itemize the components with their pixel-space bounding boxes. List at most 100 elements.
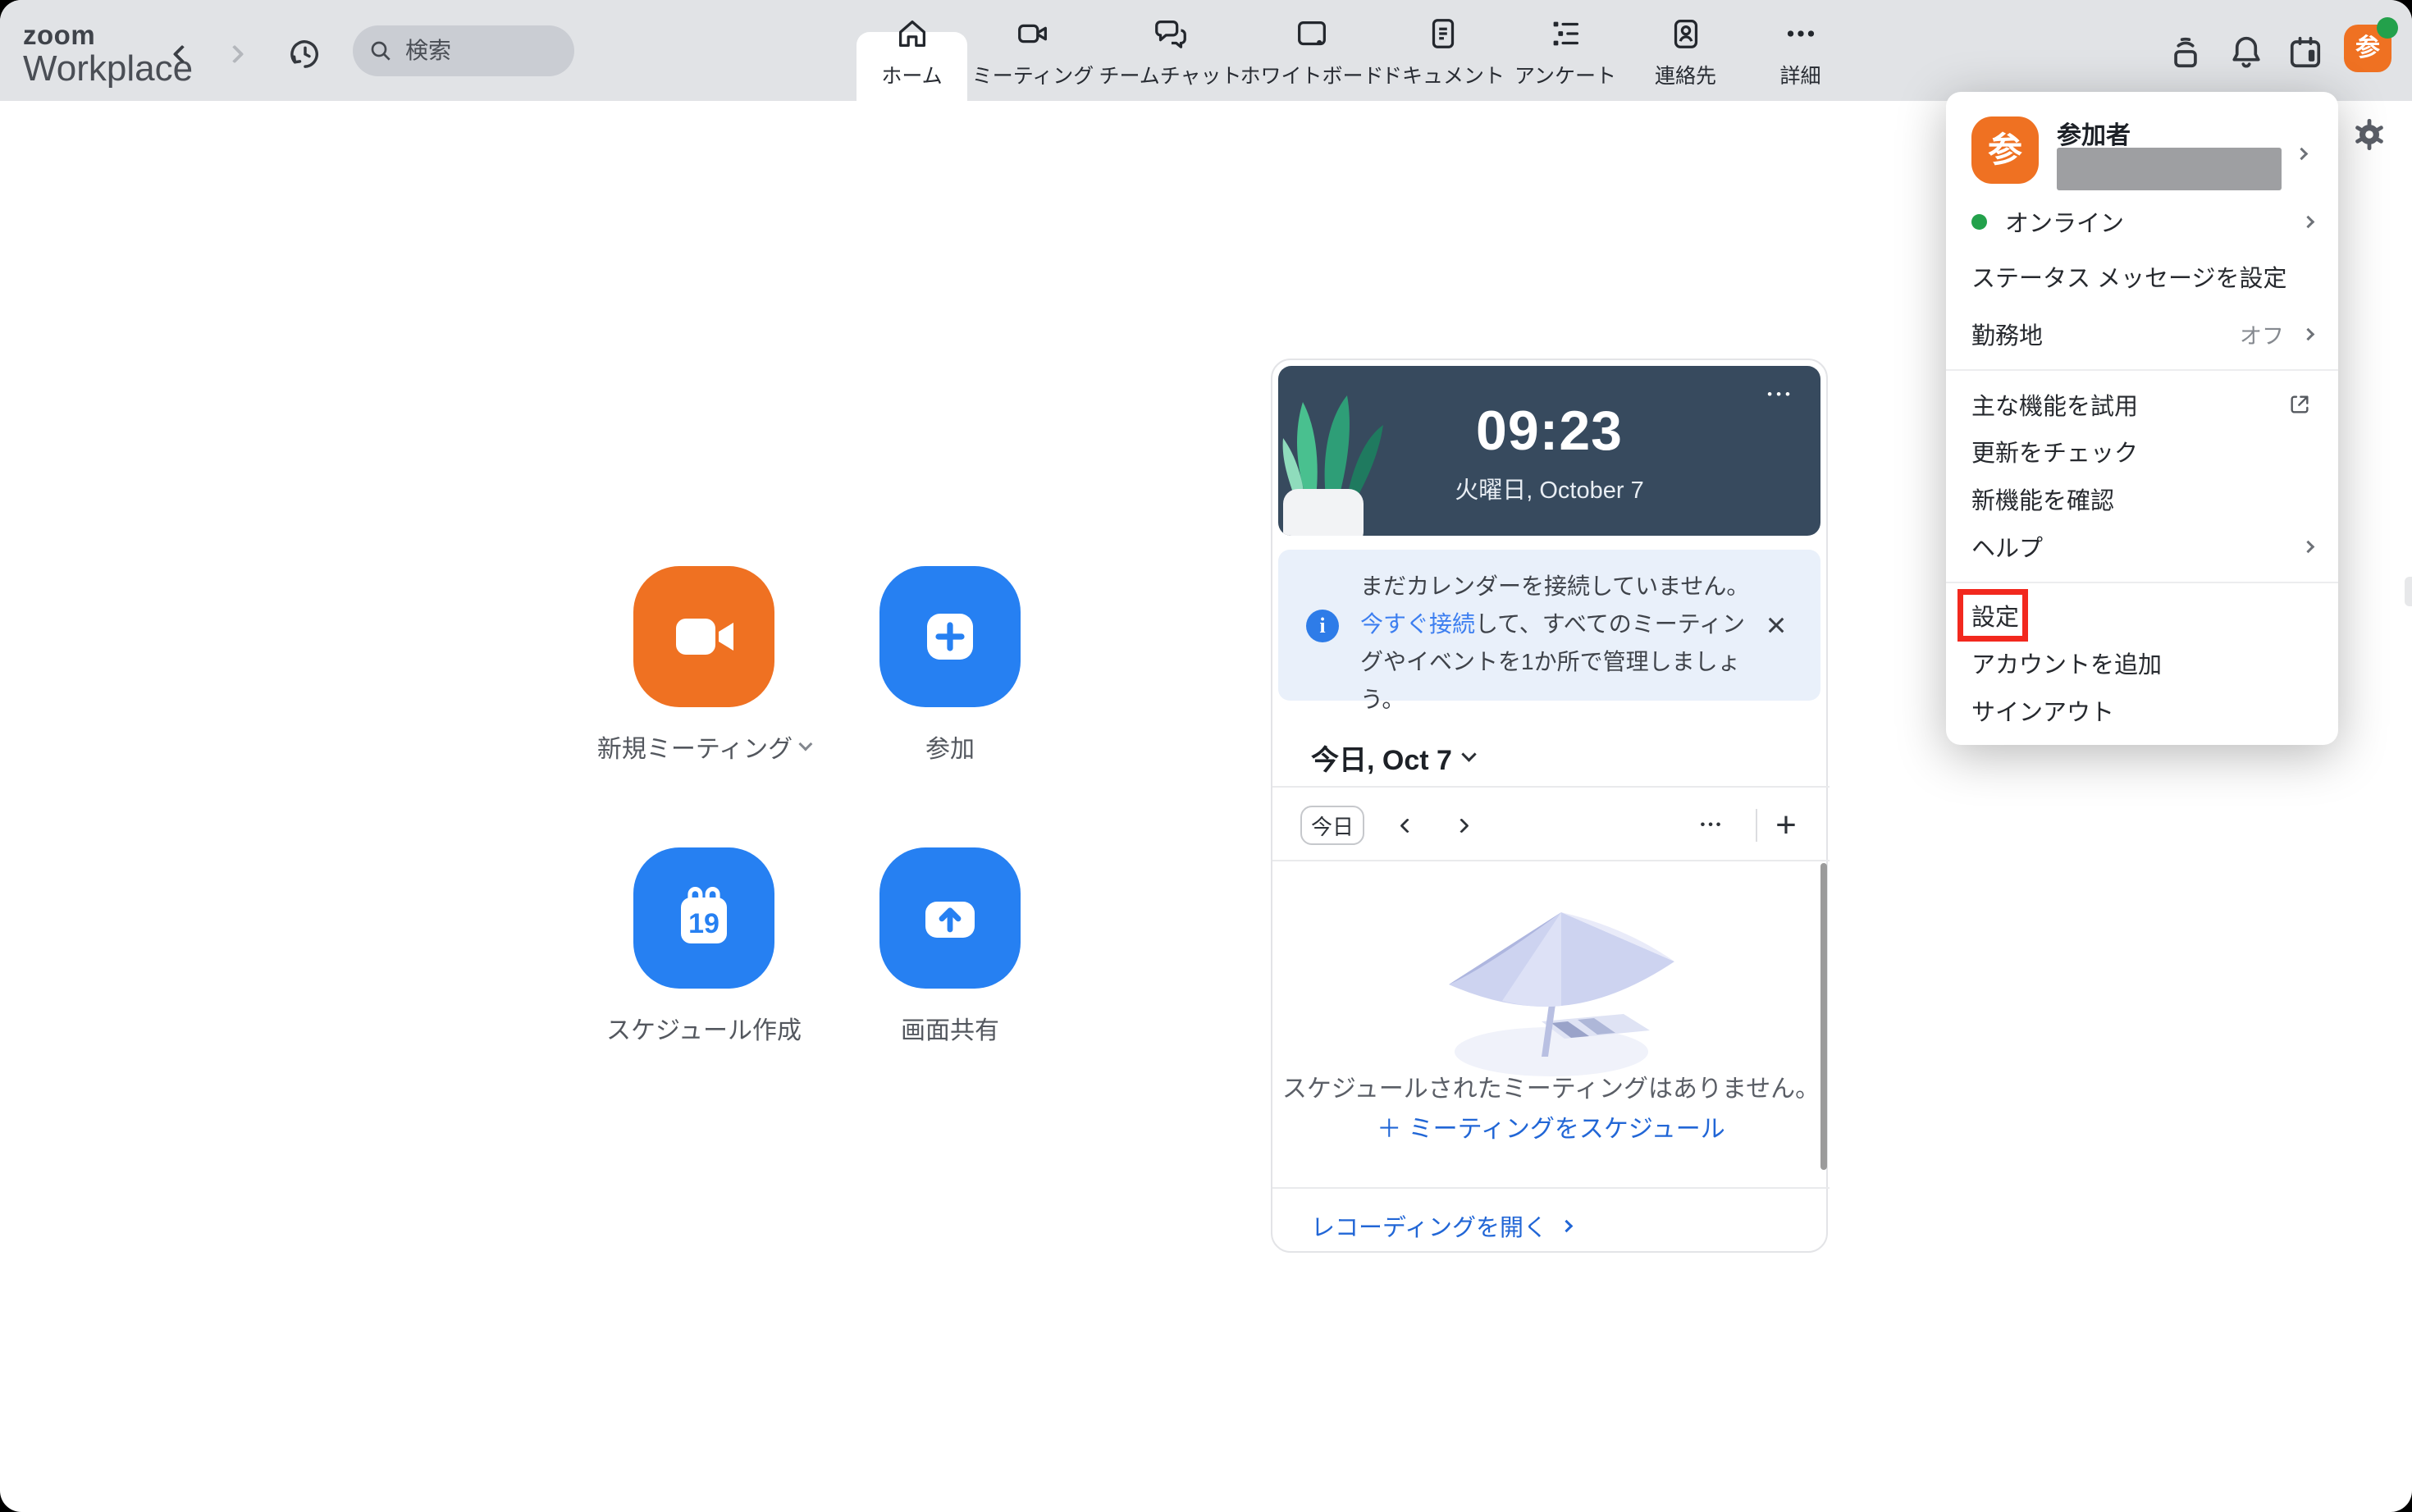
plant-illustration	[1278, 366, 1409, 536]
join-button[interactable]	[879, 566, 1021, 707]
tab-meetings[interactable]: ミーティング	[967, 0, 1099, 101]
quick-action-label-row: 参加	[925, 729, 975, 765]
screen-mirroring-button[interactable]	[2164, 31, 2207, 74]
tab-whiteboard[interactable]: ホワイトボード	[1242, 0, 1382, 101]
survey-list-icon	[1546, 15, 1584, 53]
agenda-card: 09:23 火曜日, October 7 ••• i まだカレンダーを接続してい…	[1271, 359, 1828, 1253]
chevron-right-icon	[1560, 1219, 1574, 1232]
tab-label: チームチャット	[1099, 60, 1242, 89]
schedule-button[interactable]: 19	[633, 847, 774, 989]
menu-divider	[1946, 582, 2338, 583]
menu-item-work-location[interactable]: 勤務地 オフ	[1946, 310, 2338, 358]
search-input[interactable]	[404, 37, 560, 65]
quick-action-label-row: 新規ミーティング	[597, 729, 811, 765]
divider	[1756, 809, 1757, 842]
clock-menu-button[interactable]: •••	[1762, 386, 1799, 404]
ellipsis-icon: •••	[1701, 818, 1724, 833]
external-link-icon	[2286, 391, 2313, 418]
search-box	[353, 25, 574, 76]
plus-icon: +	[1775, 807, 1797, 843]
chevron-right-icon	[2302, 327, 2315, 340]
schedule-meeting-link[interactable]: ＋ ミーティングをスケジュール	[1272, 1108, 1830, 1145]
prev-day-button[interactable]	[1387, 806, 1427, 845]
notifications-button[interactable]	[2225, 31, 2268, 74]
scrollbar-thumb[interactable]	[1820, 863, 1827, 1170]
more-options-button[interactable]: •••	[1693, 806, 1732, 845]
quick-action-label-row: スケジュール作成	[606, 1010, 802, 1046]
bell-icon	[2225, 31, 2268, 74]
connect-now-link[interactable]: 今すぐ接続	[1360, 611, 1475, 637]
profile-dropdown-menu: 参 参加者 オンライン ステータス メッセージを設定 勤務地 オフ 主な機能を試…	[1946, 92, 2338, 745]
menu-item-check-updates[interactable]: 更新をチェック	[1946, 427, 2338, 475]
open-recordings-link[interactable]: レコーディングを開く	[1311, 1199, 1571, 1253]
menu-label: ヘルプ	[1971, 529, 2043, 564]
menu-item-whats-new[interactable]: 新機能を確認	[1946, 475, 2338, 523]
banner-text-before: まだカレンダーを接続していません。	[1360, 573, 1749, 599]
chevron-down-icon[interactable]	[1461, 747, 1476, 761]
tab-more[interactable]: 詳細	[1745, 0, 1856, 101]
menu-label: 新機能を確認	[1971, 482, 2114, 516]
profile-role-label: 参加者	[2057, 115, 2131, 151]
menu-item-try-features[interactable]: 主な機能を試用	[1946, 381, 2338, 428]
menu-item-sign-out[interactable]: サインアウト	[1946, 687, 2338, 734]
annotation-highlight-box	[1957, 589, 2028, 642]
chevron-down-icon[interactable]	[799, 738, 813, 751]
menu-label: 勤務地	[1971, 317, 2043, 351]
banner-text: まだカレンダーを接続していません。今すぐ接続して、すべてのミーティングやイベント…	[1360, 568, 1754, 719]
close-icon[interactable]: ×	[1758, 607, 1794, 643]
today-heading: 今日, Oct 7	[1311, 738, 1474, 778]
gear-icon	[2350, 115, 2389, 154]
history-clock-icon	[284, 33, 327, 75]
history-button[interactable]	[284, 33, 327, 75]
share-screen-button[interactable]	[879, 847, 1021, 989]
divider	[1272, 1187, 1830, 1189]
zoom-workplace-window: zoom Workplace ホーム ミーティング	[0, 0, 2412, 1512]
plus-icon	[911, 597, 989, 676]
video-camera-icon	[665, 597, 743, 676]
status-label: オンライン	[2005, 204, 2124, 239]
calendar-connect-banner: i まだカレンダーを接続していません。今すぐ接続して、すべてのミーティングやイベ…	[1278, 550, 1820, 701]
calendar-button[interactable]	[2284, 31, 2327, 74]
menu-item-help[interactable]: ヘルプ	[1946, 523, 2338, 570]
tab-contacts[interactable]: 連絡先	[1626, 0, 1745, 101]
profile-row[interactable]: 参 参加者	[1971, 115, 2313, 194]
tab-surveys[interactable]: アンケート	[1505, 0, 1626, 101]
add-event-button[interactable]: +	[1766, 806, 1806, 845]
chevron-right-icon	[2302, 540, 2315, 553]
nav-forward-button[interactable]	[217, 36, 253, 72]
contact-card-icon	[1667, 15, 1705, 53]
quick-action-share-screen: 画面共有	[879, 847, 1021, 989]
profile-avatar-button[interactable]: 参	[2344, 25, 2391, 72]
redacted-name-bar	[2057, 148, 2282, 190]
quick-action-join: 参加	[879, 566, 1021, 707]
menu-item-status[interactable]: オンライン	[1946, 198, 2338, 245]
chevron-right-icon	[2296, 148, 2309, 161]
chevron-left-icon	[173, 45, 192, 64]
avatar: 参	[1971, 116, 2039, 184]
chevron-left-icon	[1400, 818, 1414, 833]
settings-gear-button[interactable]	[2350, 115, 2389, 154]
chevron-right-icon	[2302, 215, 2315, 228]
schedule-label: スケジュール作成	[606, 1010, 802, 1046]
next-day-button[interactable]	[1441, 806, 1481, 845]
tab-docs[interactable]: ドキュメント	[1382, 0, 1505, 101]
nav-back-button[interactable]	[164, 36, 200, 72]
tab-home[interactable]: ホーム	[857, 32, 967, 101]
video-camera-icon	[1014, 15, 1052, 53]
recordings-label: レコーディングを開く	[1311, 1208, 1547, 1243]
app-header: zoom Workplace ホーム ミーティング	[0, 0, 2412, 101]
calendar-controls: 今日 ••• +	[1272, 788, 1830, 861]
menu-label: 主な機能を試用	[1971, 387, 2138, 422]
today-button[interactable]: 今日	[1300, 806, 1364, 845]
new-meeting-button[interactable]	[633, 566, 774, 707]
home-icon	[893, 15, 931, 53]
menu-label: サインアウト	[1971, 693, 2114, 728]
search-icon	[368, 38, 394, 64]
tab-team-chat[interactable]: チームチャット	[1099, 0, 1242, 101]
menu-label: 更新をチェック	[1971, 434, 2138, 468]
tab-label: アンケート	[1514, 60, 1616, 89]
menu-item-add-account[interactable]: アカウントを追加	[1946, 639, 2338, 687]
menu-item-set-status-message[interactable]: ステータス メッセージを設定	[1946, 253, 2338, 300]
chevron-right-icon	[1454, 818, 1469, 833]
new-meeting-label: 新規ミーティング	[597, 729, 793, 765]
